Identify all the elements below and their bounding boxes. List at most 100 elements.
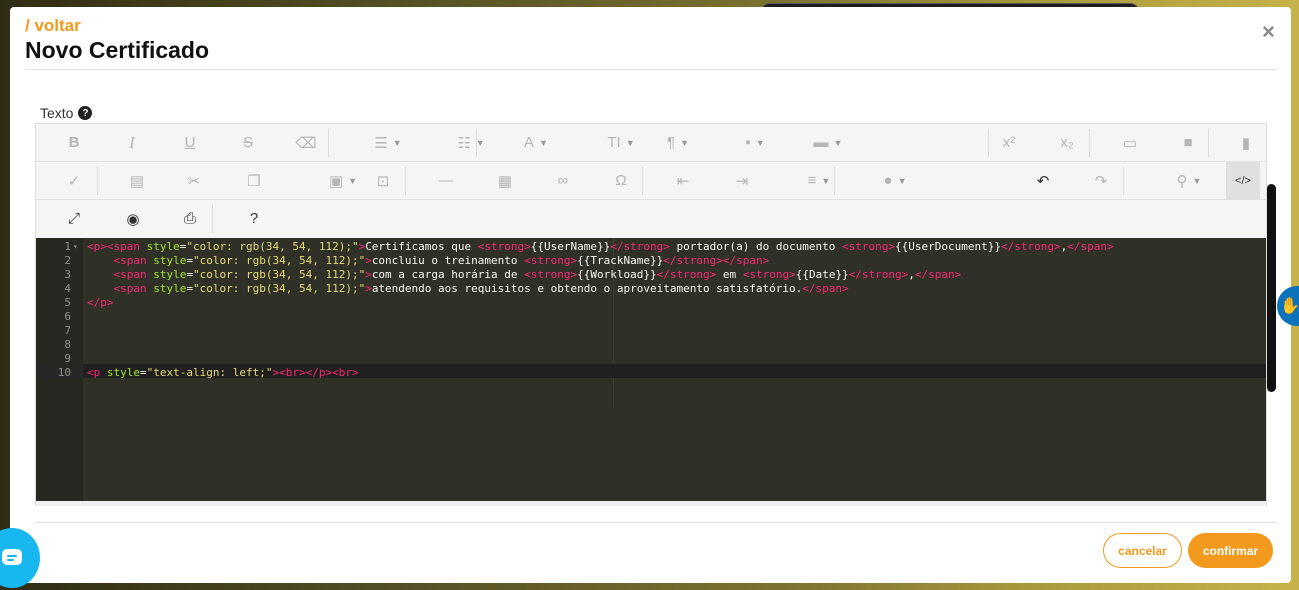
- code-line: 10 <p style="text-align: left;"><br></p><…: [36, 366, 1266, 380]
- code-line: 9: [36, 352, 1266, 366]
- chevron-down-icon: ▼: [897, 175, 907, 186]
- editor-resize-strip: [36, 501, 1266, 506]
- code-line: 4 <span style="color: rgb(34, 54, 112);"…: [36, 282, 1266, 296]
- insert-table-button[interactable]: ▦: [490, 162, 520, 199]
- inline-style-button[interactable]: ▬ ▼: [806, 124, 850, 161]
- paragraph-format-icon: ¶: [667, 134, 676, 151]
- line-number: 2: [64, 254, 71, 267]
- cancel-button[interactable]: cancelar: [1103, 533, 1182, 568]
- code-view[interactable]: 1 ▾ <p><span style="color: rgb(34, 54, 112…: [36, 238, 1266, 501]
- confirm-button[interactable]: confirmar: [1188, 533, 1273, 568]
- special-characters-button[interactable]: Ω: [606, 162, 636, 199]
- fullscreen-icon: ⤢: [67, 210, 80, 227]
- line-text: <p style="text-align: left;"><br></p><br…: [87, 366, 359, 379]
- outdent-button[interactable]: ⇤: [668, 162, 698, 199]
- line-text: <p><span style="color: rgb(34, 54, 112);…: [87, 240, 1114, 253]
- insert-video-button[interactable]: ■: [1173, 124, 1203, 161]
- paragraph-format-button[interactable]: ¶ ▼: [656, 124, 700, 161]
- toolbar-separator: [1089, 129, 1090, 157]
- format-painter-button[interactable]: ▤: [122, 162, 152, 199]
- chevron-down-icon: ▼: [539, 137, 548, 148]
- cut-button[interactable]: ✂: [179, 162, 209, 199]
- text-field-label: Texto ?: [40, 105, 93, 121]
- preview-icon: ◉: [126, 210, 140, 228]
- toolbar-separator: [988, 129, 989, 157]
- code-line: 2 <span style="color: rgb(34, 54, 112);"…: [36, 254, 1266, 268]
- line-number: 1: [64, 240, 71, 253]
- redo-button[interactable]: ↷: [1086, 162, 1116, 199]
- indent-icon: ⇥: [735, 172, 749, 190]
- italic-icon: I: [129, 132, 135, 152]
- spellcheck-button[interactable]: ✓: [59, 162, 89, 199]
- toolbar-row-formatting: B I U S ⌫ ☰ ▼ ☷ ▼ A ▼ TI ▼ ¶ ▼ ▪ ▼ ▬ ▼ x² x₂ ▭ ■ ▮: [36, 124, 1266, 162]
- insert-table-icon: ▦: [497, 172, 513, 190]
- print-button[interactable]: ⎙: [175, 200, 205, 237]
- font-size-button[interactable]: TI ▼: [599, 124, 643, 161]
- help-circle-icon[interactable]: ?: [78, 106, 93, 120]
- back-link[interactable]: / voltar: [25, 16, 81, 36]
- chevron-down-icon: ▼: [833, 137, 843, 148]
- line-text: <span style="color: rgb(34, 54, 112);">a…: [113, 282, 849, 295]
- clear-format-button[interactable]: ⌫: [291, 124, 321, 161]
- highlight-color-button[interactable]: ● ▼: [873, 162, 917, 199]
- bold-button[interactable]: B: [59, 124, 89, 161]
- code-line: 8: [36, 338, 1266, 352]
- fullscreen-button[interactable]: ⤢: [59, 200, 89, 237]
- toolbar-separator: [642, 167, 643, 195]
- superscript-icon: x²: [1002, 134, 1016, 151]
- code-view-button[interactable]: </>: [1226, 162, 1260, 199]
- inline-style-icon: ▬: [813, 134, 829, 151]
- font-color-button[interactable]: A ▼: [514, 124, 558, 161]
- chat-bubble-icon: [2, 549, 22, 565]
- strikethrough-button[interactable]: S: [233, 124, 263, 161]
- close-icon[interactable]: ×: [1262, 21, 1275, 43]
- superscript-button[interactable]: x²: [994, 124, 1024, 161]
- ordered-list-button[interactable]: ☷ ▼: [449, 124, 493, 161]
- chevron-down-icon: ▼: [755, 137, 765, 148]
- chevron-down-icon: ▼: [475, 137, 485, 148]
- horizontal-line-button[interactable]: —: [431, 162, 461, 199]
- copy-button[interactable]: ❐: [239, 162, 269, 199]
- line-text: <span style="color: rgb(34, 54, 112);">c…: [113, 268, 962, 281]
- code-line: 5 </p>: [36, 296, 1266, 310]
- strikethrough-icon: S: [242, 134, 253, 151]
- chevron-down-icon: ▼: [821, 175, 831, 186]
- underline-button[interactable]: U: [175, 124, 205, 161]
- insert-file-button[interactable]: ▮: [1231, 124, 1261, 161]
- page-scrollbar[interactable]: [1267, 184, 1276, 392]
- toolbar-row-view: ⤢ ◉ ⎙?: [36, 200, 1266, 238]
- indent-button[interactable]: ⇥: [727, 162, 757, 199]
- insert-image-icon: ▭: [1122, 134, 1138, 152]
- find-replace-icon: ⚲: [1176, 172, 1188, 190]
- paste-button[interactable]: ▣ ▼: [321, 162, 365, 199]
- chevron-down-icon: ▼: [348, 175, 358, 186]
- line-number: 9: [64, 352, 71, 365]
- new-certificate-modal: / voltar Novo Certificado × Texto ? B I U S…: [10, 7, 1291, 583]
- select-all-button[interactable]: ⊡: [368, 162, 398, 199]
- help-button[interactable]: ?: [239, 200, 269, 237]
- italic-button[interactable]: I: [117, 124, 147, 161]
- insert-link-button[interactable]: ∞: [548, 162, 578, 199]
- find-replace-button[interactable]: ⚲ ▼: [1167, 162, 1211, 199]
- unordered-list-button[interactable]: ☰ ▼: [366, 124, 410, 161]
- line-number: 7: [64, 324, 71, 337]
- undo-icon: ↶: [1036, 172, 1050, 190]
- print-icon: ⎙: [183, 210, 196, 227]
- line-text: <span style="color: rgb(34, 54, 112);">c…: [113, 254, 770, 267]
- toolbar-separator: [97, 167, 98, 195]
- code-line: 7: [36, 324, 1266, 338]
- code-line: 6: [36, 310, 1266, 324]
- undo-button[interactable]: ↶: [1028, 162, 1058, 199]
- toolbar-separator: [328, 129, 329, 157]
- subscript-icon: x₂: [1060, 134, 1074, 151]
- preview-button[interactable]: ◉: [118, 200, 148, 237]
- paragraph-style-button[interactable]: ▪ ▼: [733, 124, 777, 161]
- help-icon: ?: [249, 210, 259, 227]
- line-number: 4: [64, 282, 71, 295]
- header-divider: [25, 69, 1276, 70]
- fold-arrow-icon[interactable]: ▾: [73, 240, 78, 254]
- code-view-icon: </>: [1235, 174, 1251, 187]
- toolbar-separator: [212, 205, 213, 233]
- subscript-button[interactable]: x₂: [1052, 124, 1082, 161]
- insert-image-button[interactable]: ▭: [1115, 124, 1145, 161]
